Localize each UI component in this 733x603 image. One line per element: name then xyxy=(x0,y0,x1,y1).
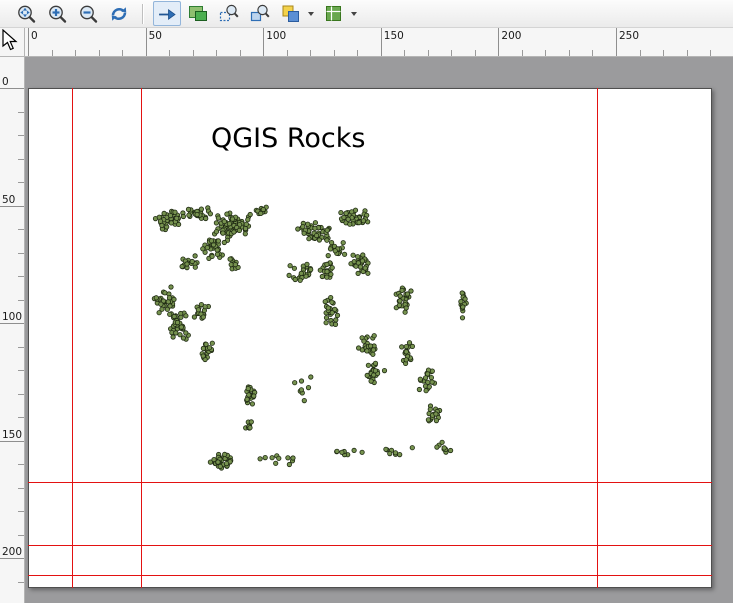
move-item-content-icon xyxy=(156,3,178,25)
guide-horizontal[interactable] xyxy=(28,575,712,576)
ruler-tick xyxy=(310,50,311,56)
page[interactable]: QGIS Rocks xyxy=(28,88,712,588)
ruler-label: 100 xyxy=(266,30,286,42)
ruler-tick xyxy=(640,50,641,56)
zoom-to-selection-button[interactable] xyxy=(215,1,243,26)
zoom-to-region-button[interactable] xyxy=(246,1,274,26)
ruler-tick xyxy=(99,50,100,56)
zoom-in-icon xyxy=(46,3,68,25)
refresh-view-button[interactable] xyxy=(105,1,133,26)
zoom-to-region-icon xyxy=(249,3,271,25)
ruler-tick xyxy=(18,582,24,583)
ruler-tick xyxy=(18,370,24,371)
mouse-cursor-icon xyxy=(2,29,20,55)
guide-vertical[interactable] xyxy=(141,88,142,588)
refresh-view-icon xyxy=(108,3,130,25)
raise-items-dropdown-caret-icon[interactable] xyxy=(308,12,314,16)
map-points-svg xyxy=(29,89,713,589)
ruler-tick xyxy=(334,50,335,56)
ruler-tick xyxy=(18,417,24,418)
ruler-label: 150 xyxy=(384,30,404,42)
ruler-label: 100 xyxy=(2,311,22,323)
ruler-tick xyxy=(475,50,476,56)
ruler-tick xyxy=(263,28,264,57)
ruler-tick xyxy=(569,50,570,56)
ruler-tick xyxy=(240,50,241,56)
ruler-tick xyxy=(169,50,170,56)
add-new-map-icon xyxy=(187,3,209,25)
ruler-tick xyxy=(357,50,358,56)
horizontal-ruler[interactable]: 0 50 100 150 200 250 xyxy=(25,28,733,57)
ruler-tick xyxy=(18,276,24,277)
guide-horizontal[interactable] xyxy=(28,482,712,483)
ruler-tick xyxy=(18,112,24,113)
ruler-tick xyxy=(0,441,25,442)
ruler-tick xyxy=(18,394,24,395)
ruler-tick xyxy=(404,50,405,56)
ruler-tick xyxy=(0,558,25,559)
ruler-tick xyxy=(18,535,24,536)
ruler-label: 150 xyxy=(2,429,22,441)
ruler-tick xyxy=(0,323,25,324)
ruler-tick xyxy=(18,488,24,489)
ruler-label: 200 xyxy=(501,30,521,42)
toolbar xyxy=(0,0,733,28)
zoom-out-button[interactable] xyxy=(74,1,102,26)
ruler-tick xyxy=(287,50,288,56)
align-items-button[interactable] xyxy=(320,1,348,26)
ruler-tick xyxy=(522,50,523,56)
zoom-out-icon xyxy=(77,3,99,25)
ruler-tick xyxy=(616,28,617,57)
raise-items-icon xyxy=(280,3,302,25)
guide-horizontal[interactable] xyxy=(28,545,712,546)
ruler-tick xyxy=(18,135,24,136)
ruler-tick xyxy=(451,50,452,56)
ruler-tick xyxy=(122,50,123,56)
ruler-tick xyxy=(498,28,499,57)
align-items-icon xyxy=(323,3,345,25)
toolbar-separator xyxy=(142,4,144,24)
ruler-tick xyxy=(75,50,76,56)
zoom-in-button[interactable] xyxy=(43,1,71,26)
ruler-label: 50 xyxy=(149,30,162,42)
ruler-tick xyxy=(545,50,546,56)
ruler-tick xyxy=(18,347,24,348)
ruler-tick xyxy=(18,182,24,183)
ruler-tick xyxy=(146,28,147,57)
move-item-content-button[interactable] xyxy=(153,1,181,26)
ruler-tick xyxy=(663,50,664,56)
ruler-tick xyxy=(193,50,194,56)
raise-items-button[interactable] xyxy=(277,1,305,26)
ruler-tick xyxy=(18,464,24,465)
guide-vertical[interactable] xyxy=(72,88,73,588)
ruler-tick xyxy=(216,50,217,56)
ruler-tick xyxy=(592,50,593,56)
ruler-tick xyxy=(18,300,24,301)
align-items-dropdown-caret-icon[interactable] xyxy=(351,12,357,16)
zoom-full-icon xyxy=(15,3,37,25)
ruler-tick xyxy=(0,206,25,207)
vertical-ruler[interactable]: 0 50 100 150 200 xyxy=(0,57,25,603)
ruler-label: 250 xyxy=(619,30,639,42)
ruler-tick xyxy=(428,50,429,56)
composer-canvas[interactable]: QGIS Rocks xyxy=(25,57,733,603)
ruler-tick xyxy=(687,50,688,56)
ruler-tick xyxy=(28,28,29,57)
zoom-to-selection-icon xyxy=(218,3,240,25)
ruler-tick xyxy=(18,229,24,230)
ruler-label: 0 xyxy=(31,30,38,42)
guide-vertical[interactable] xyxy=(597,88,598,588)
ruler-label: 200 xyxy=(2,546,22,558)
ruler-tick xyxy=(52,50,53,56)
ruler-label: 50 xyxy=(2,194,15,206)
ruler-tick xyxy=(18,511,24,512)
add-new-map-button[interactable] xyxy=(184,1,212,26)
ruler-tick xyxy=(0,88,25,89)
ruler-tick xyxy=(381,28,382,57)
ruler-tick xyxy=(18,253,24,254)
ruler-tick xyxy=(18,159,24,160)
zoom-full-button[interactable] xyxy=(12,1,40,26)
ruler-label: 0 xyxy=(2,76,9,88)
ruler-tick xyxy=(710,50,711,56)
